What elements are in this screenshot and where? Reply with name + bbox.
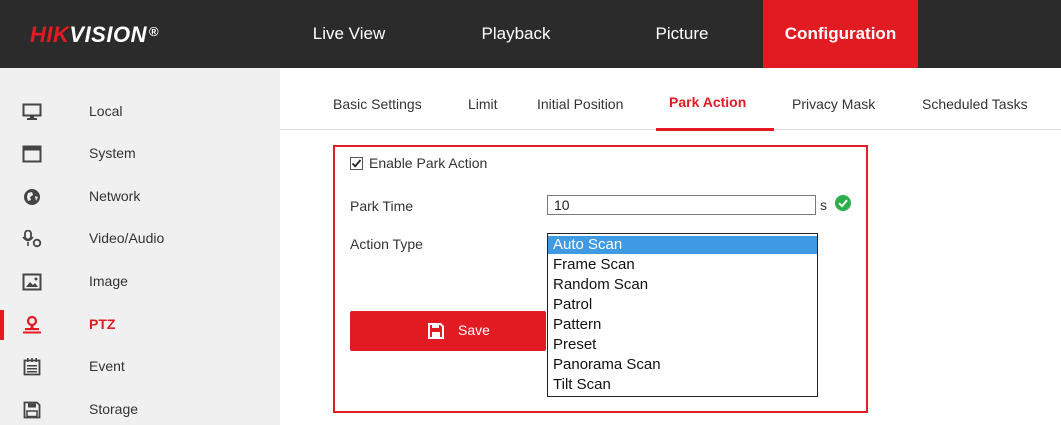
sidebar-item-label: System: [89, 145, 136, 161]
action-type-dropdown-list[interactable]: Auto Scan Frame Scan Random Scan Patrol …: [547, 233, 818, 397]
system-window-icon: [22, 145, 42, 163]
logo-part-vision: VISION: [69, 22, 147, 47]
park-time-unit: s: [820, 197, 827, 213]
tab-privacy-mask[interactable]: Privacy Mask: [792, 96, 875, 130]
config-sidebar: Local System Network Video/Audio Image P…: [0, 68, 280, 425]
nav-configuration[interactable]: Configuration: [763, 0, 918, 68]
monitor-icon: [22, 103, 42, 120]
action-type-option-random-scan[interactable]: Random Scan: [548, 276, 817, 294]
active-tab-underline: [656, 128, 774, 131]
tab-initial-position[interactable]: Initial Position: [537, 96, 623, 130]
tab-basic-settings[interactable]: Basic Settings: [333, 96, 422, 130]
action-type-option-frame-scan[interactable]: Frame Scan: [548, 256, 817, 274]
microphone-icon: [22, 230, 42, 248]
ptz-camera-icon: [23, 316, 41, 334]
nav-playback[interactable]: Playback: [466, 0, 566, 68]
ptz-tab-bar: Basic Settings Limit Initial Position Pa…: [280, 68, 1061, 130]
action-type-option-panorama-scan[interactable]: Panorama Scan: [548, 356, 817, 374]
sidebar-item-label: Network: [89, 188, 141, 204]
action-type-option-patrol[interactable]: Patrol: [548, 296, 817, 314]
enable-park-action-label: Enable Park Action: [369, 155, 488, 171]
sidebar-item-label: Local: [89, 103, 123, 119]
top-navigation-bar: HIKVISION ® Live View Playback Picture Co…: [0, 0, 1061, 68]
sidebar-item-event[interactable]: Event: [0, 349, 280, 385]
action-type-option-preset[interactable]: Preset: [548, 336, 817, 354]
tab-limit[interactable]: Limit: [468, 96, 498, 130]
sidebar-item-label: PTZ: [89, 316, 116, 332]
globe-icon: [24, 189, 40, 205]
sidebar-item-label: Image: [89, 273, 128, 289]
sidebar-item-system[interactable]: System: [0, 136, 280, 172]
nav-live-view[interactable]: Live View: [296, 0, 402, 68]
sidebar-item-video-audio[interactable]: Video/Audio: [0, 221, 280, 257]
sidebar-item-ptz[interactable]: PTZ: [0, 307, 280, 343]
action-type-option-tilt-scan[interactable]: Tilt Scan: [548, 376, 817, 394]
logo-registered-mark: ®: [148, 24, 160, 39]
nav-picture[interactable]: Picture: [632, 0, 732, 68]
action-type-option-pattern[interactable]: Pattern: [548, 316, 817, 334]
save-button-label: Save: [458, 322, 490, 338]
checkmark-icon: [351, 159, 362, 168]
park-time-label: Park Time: [350, 198, 414, 214]
sidebar-item-local[interactable]: Local: [0, 94, 280, 130]
enable-park-action-checkbox[interactable]: [350, 157, 363, 170]
save-button[interactable]: Save: [350, 311, 546, 351]
sidebar-item-label: Storage: [89, 401, 139, 417]
sidebar-item-storage[interactable]: Storage: [0, 392, 280, 425]
logo-part-hik: HIK: [30, 22, 70, 47]
hikvision-logo: HIKVISION ®: [30, 22, 159, 48]
action-type-label: Action Type: [350, 236, 423, 252]
action-type-option-auto-scan[interactable]: Auto Scan: [548, 236, 817, 254]
save-floppy-icon: [428, 323, 444, 339]
valid-check-circle-icon: [835, 195, 851, 211]
sidebar-item-image[interactable]: Image: [0, 264, 280, 300]
sidebar-item-label: Event: [89, 358, 125, 374]
calendar-icon: [23, 358, 41, 376]
tab-scheduled-tasks[interactable]: Scheduled Tasks: [922, 96, 1028, 130]
park-time-input[interactable]: [547, 195, 816, 215]
sidebar-item-network[interactable]: Network: [0, 179, 280, 215]
tab-park-action[interactable]: Park Action: [669, 94, 746, 128]
floppy-disk-icon: [23, 401, 41, 419]
image-icon: [22, 273, 42, 291]
sidebar-item-label: Video/Audio: [89, 230, 165, 246]
